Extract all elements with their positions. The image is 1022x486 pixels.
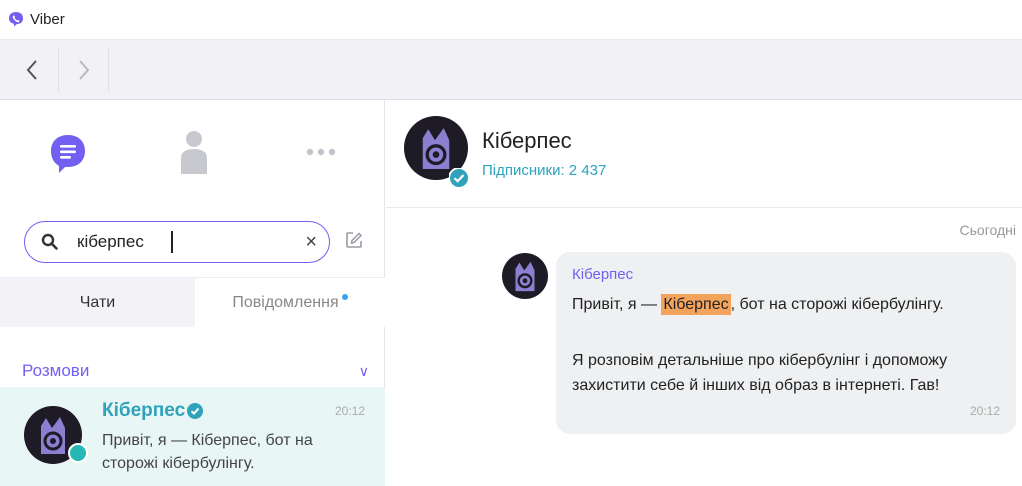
forward-button[interactable] [62, 48, 106, 92]
message-sender[interactable]: Кіберпес [572, 266, 633, 283]
compose-icon[interactable] [345, 231, 363, 249]
message-text: , бот на сторожі кібербулінгу. [730, 296, 944, 313]
sidebar: × Чати Повідомлення Розмови ∨ Кіберпес [0, 100, 385, 486]
chevron-down-icon: ∨ [358, 363, 369, 379]
bot-badge-icon [68, 443, 88, 463]
chevron-left-icon [26, 60, 37, 80]
tab-messages-label: Повідомлення [232, 293, 339, 311]
navigation-bar [0, 40, 1022, 100]
chat-preview: Привіт, я — Кіберпес, бот на сторожі кіб… [102, 432, 313, 472]
back-button[interactable] [10, 48, 54, 92]
chat-list-item[interactable]: Кіберпес 20:12 Привіт, я — Кіберпес, бот… [0, 387, 385, 486]
search-icon [41, 233, 58, 250]
search-box[interactable]: × [24, 221, 330, 263]
window-title: Viber [30, 11, 65, 28]
search-input[interactable] [77, 230, 297, 254]
unread-dot [341, 293, 348, 300]
chat-header: Кіберпес Підписники: 2 437 [386, 100, 1022, 208]
tab-chats[interactable]: Чати [0, 278, 195, 327]
message-time: 20:12 [969, 404, 1000, 418]
nav-divider [108, 48, 109, 92]
chat-time: 20:12 [334, 404, 365, 418]
text-caret [171, 231, 173, 253]
subscriber-count[interactable]: Підписники: 2 437 [482, 162, 606, 179]
clear-search-icon[interactable]: × [305, 232, 317, 252]
sidebar-tabs: Чати Повідомлення [0, 277, 385, 327]
chat-title: Кіберпес [482, 128, 572, 153]
sidebar-nav-icons [0, 100, 385, 210]
title-bar: Viber [0, 0, 1022, 40]
message-line: Привіт, я — Кіберпес, бот на сторожі кіб… [572, 294, 944, 315]
cyberdog-logo-icon [515, 261, 535, 292]
chat-name: Кіберпес [102, 400, 186, 421]
tab-chats-label: Чати [79, 293, 116, 311]
more-icon[interactable] [306, 148, 336, 156]
viber-logo-icon [9, 12, 23, 27]
search-highlight: Кіберпес [661, 294, 731, 315]
message-paragraph: Я розповім детальніше про кібербулінг і … [572, 352, 948, 394]
chevron-right-icon [79, 60, 90, 80]
nav-divider [58, 48, 59, 92]
message-text: Привіт, я — [572, 296, 662, 313]
verified-icon [449, 168, 469, 188]
message-bubble[interactable]: Кіберпес Привіт, я — Кіберпес, бот на ст… [556, 252, 1016, 434]
date-divider: Сьогодні [959, 222, 1016, 238]
message-avatar[interactable] [502, 253, 548, 299]
section-conversations[interactable]: Розмови ∨ [0, 355, 385, 385]
section-label: Розмови [22, 361, 90, 380]
verified-icon [187, 403, 203, 419]
chats-icon[interactable] [49, 133, 87, 175]
tab-messages[interactable]: Повідомлення [195, 278, 385, 327]
contacts-icon[interactable] [179, 130, 209, 174]
